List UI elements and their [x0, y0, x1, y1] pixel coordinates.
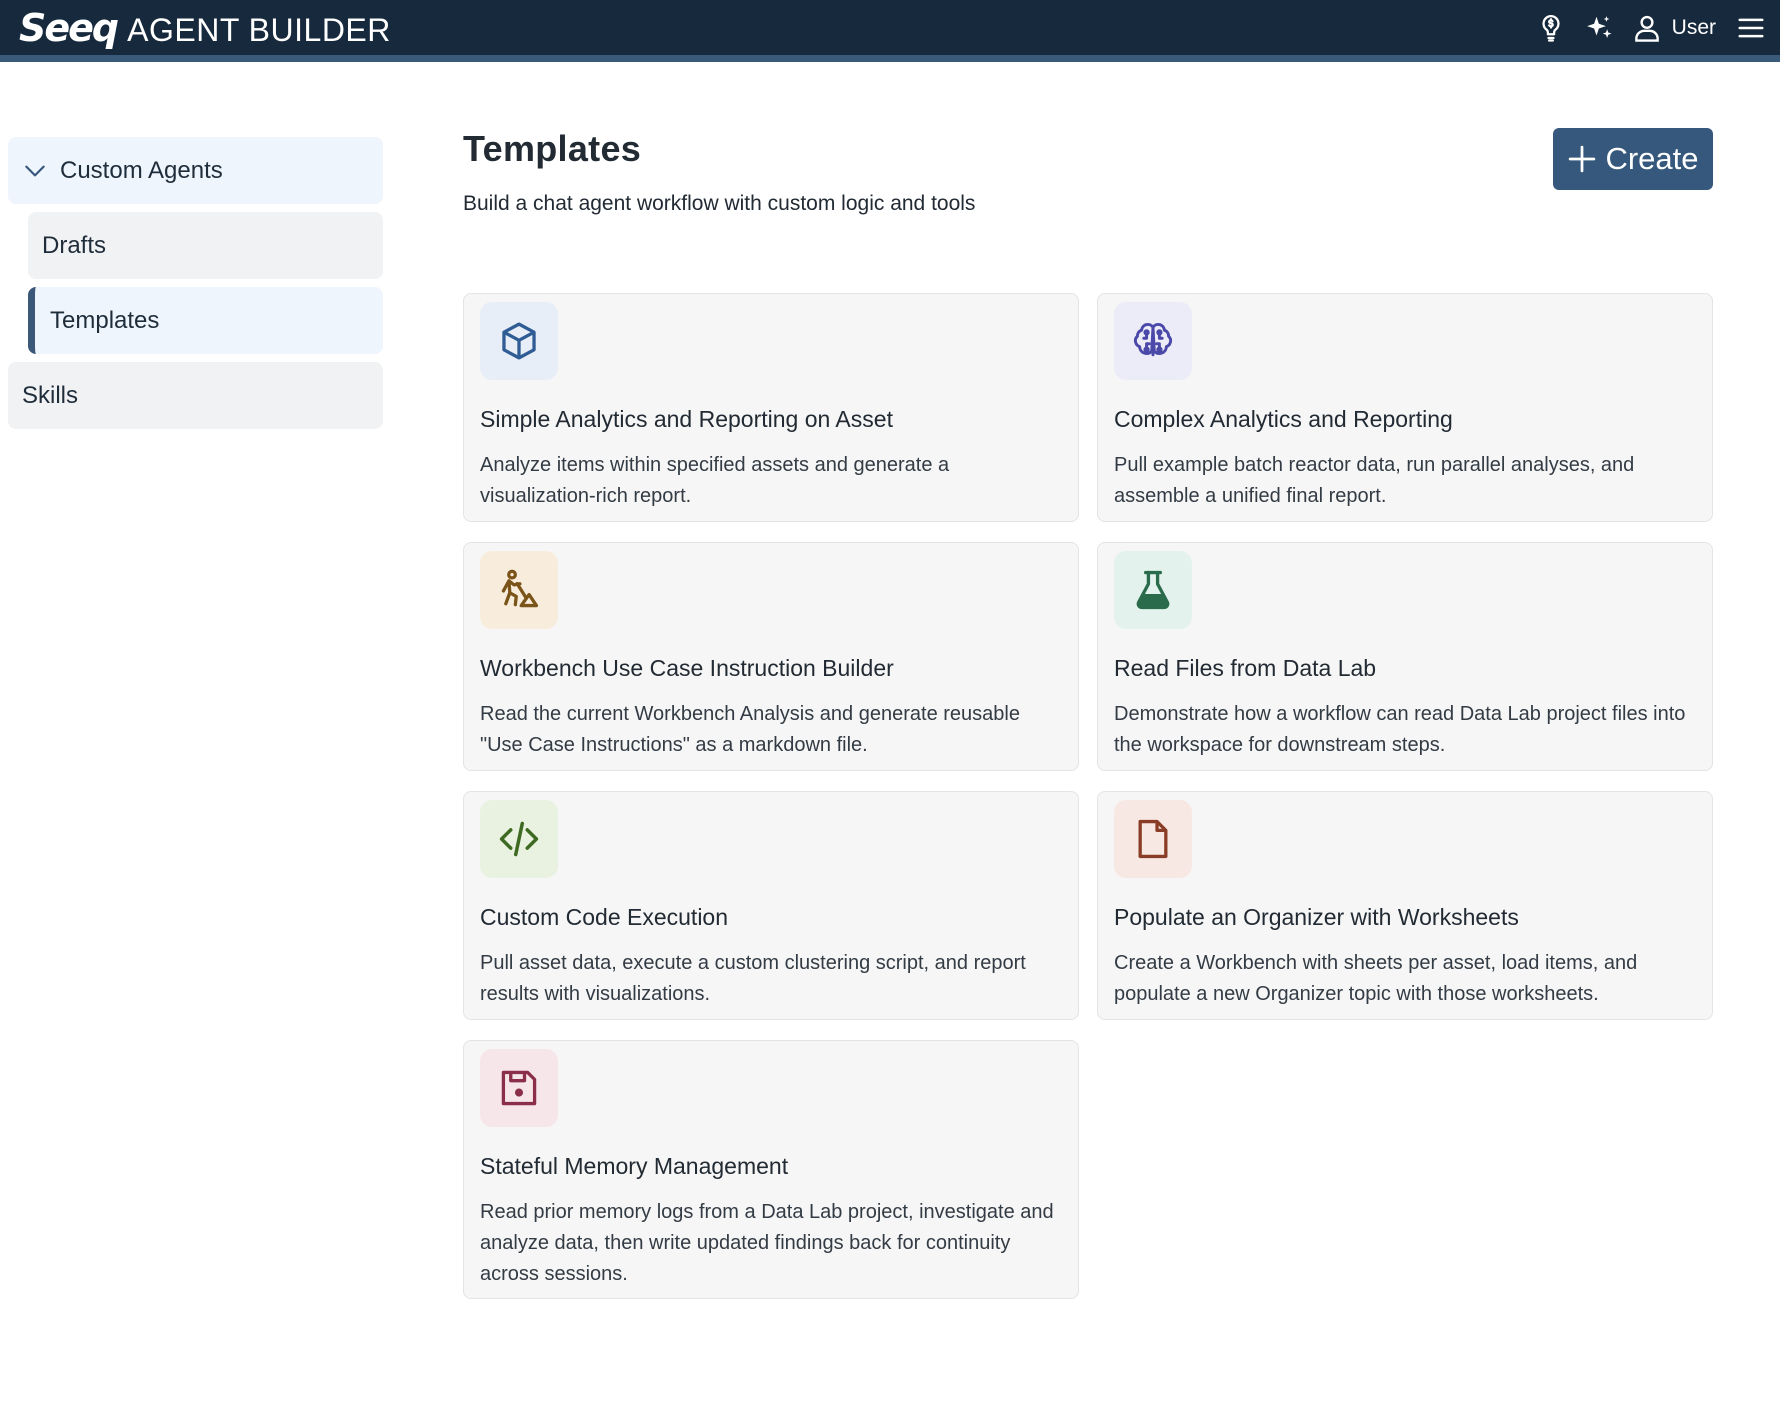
user-icon[interactable] — [1630, 11, 1664, 45]
sidebar-item-templates[interactable]: Templates — [28, 287, 383, 354]
sidebar: Custom Agents Drafts Templates Skills — [8, 137, 383, 437]
card-description: Create a Workbench with sheets per asset… — [1114, 952, 1638, 1005]
card-icon-wrap — [1114, 800, 1192, 878]
floppy-disk-icon — [501, 1070, 537, 1106]
card-title: Stateful Memory Management — [480, 1153, 789, 1179]
sidebar-item-label: Templates — [50, 306, 160, 334]
card-description: Demonstrate how a workflow can read Data… — [1114, 703, 1686, 756]
file-icon — [1138, 819, 1168, 859]
create-button[interactable]: Create — [1553, 128, 1713, 190]
user-label[interactable]: User — [1672, 16, 1716, 40]
card-description: Read the current Workbench Analysis and … — [480, 703, 1020, 756]
plus-icon — [1569, 145, 1596, 173]
card-icon-wrap — [1114, 551, 1192, 629]
app-name: AGENT BUILDER — [127, 12, 391, 48]
page-subtitle: Build a chat agent workflow with custom … — [463, 192, 976, 215]
card-icon-wrap — [480, 302, 558, 380]
top-actions: User — [1534, 8, 1768, 48]
main-content: Templates Build a chat agent workflow wi… — [463, 128, 1713, 1299]
template-grid: Simple Analytics and Reporting on Asset … — [463, 293, 1713, 1299]
sidebar-item-drafts[interactable]: Drafts — [28, 212, 383, 279]
template-card-custom-code-execution[interactable]: Custom Code Execution Pull asset data, e… — [463, 791, 1079, 1020]
seeq-logo: Seeq — [19, 6, 119, 50]
template-card-workbench-instruction-builder[interactable]: Workbench Use Case Instruction Builder R… — [463, 542, 1079, 771]
create-button-label: Create — [1605, 141, 1699, 176]
card-description: Pull asset data, execute a custom cluste… — [480, 952, 1026, 1005]
card-icon-wrap — [480, 1049, 558, 1127]
card-title: Workbench Use Case Instruction Builder — [480, 655, 894, 681]
card-description: Pull example batch reactor data, run par… — [1114, 454, 1635, 507]
sidebar-item-label: Skills — [22, 381, 79, 409]
card-icon-wrap — [1114, 302, 1192, 380]
brain-icon — [1133, 322, 1173, 357]
brand[interactable]: Seeq AGENT BUILDER — [19, 6, 391, 50]
chevron-down-icon — [25, 165, 45, 176]
template-card-read-files-data-lab[interactable]: Read Files from Data Lab Demonstrate how… — [1097, 542, 1713, 771]
card-title: Read Files from Data Lab — [1114, 655, 1377, 681]
card-title: Complex Analytics and Reporting — [1114, 406, 1453, 432]
card-title: Populate an Organizer with Worksheets — [1114, 904, 1519, 930]
sidebar-item-label: Drafts — [42, 231, 107, 259]
card-description: Analyze items within specified assets an… — [480, 454, 950, 507]
template-card-stateful-memory[interactable]: Stateful Memory Management Read prior me… — [463, 1040, 1079, 1299]
top-bar: Seeq AGENT BUILDER User — [0, 0, 1780, 62]
card-description: Read prior memory logs from a Data Lab p… — [480, 1201, 1054, 1285]
sidebar-group-custom-agents[interactable]: Custom Agents — [8, 137, 383, 204]
template-card-complex-analytics[interactable]: Complex Analytics and Reporting Pull exa… — [1097, 293, 1713, 522]
sidebar-item-skills[interactable]: Skills — [8, 362, 383, 429]
sidebar-group-label: Custom Agents — [60, 156, 223, 184]
page-title: Templates — [463, 128, 642, 169]
card-title: Simple Analytics and Reporting on Asset — [480, 406, 893, 432]
excavator-worker-icon — [501, 569, 539, 608]
cube-icon — [502, 322, 536, 360]
card-title: Custom Code Execution — [480, 904, 729, 930]
menu-icon[interactable] — [1734, 11, 1768, 45]
card-icon-wrap — [480, 800, 558, 878]
lightbulb-icon[interactable] — [1534, 11, 1568, 45]
sparkles-icon[interactable] — [1582, 11, 1616, 45]
template-card-simple-analytics[interactable]: Simple Analytics and Reporting on Asset … — [463, 293, 1079, 522]
template-card-populate-organizer[interactable]: Populate an Organizer with Worksheets Cr… — [1097, 791, 1713, 1020]
code-icon — [499, 821, 539, 857]
flask-icon — [1136, 570, 1170, 610]
card-icon-wrap — [480, 551, 558, 629]
